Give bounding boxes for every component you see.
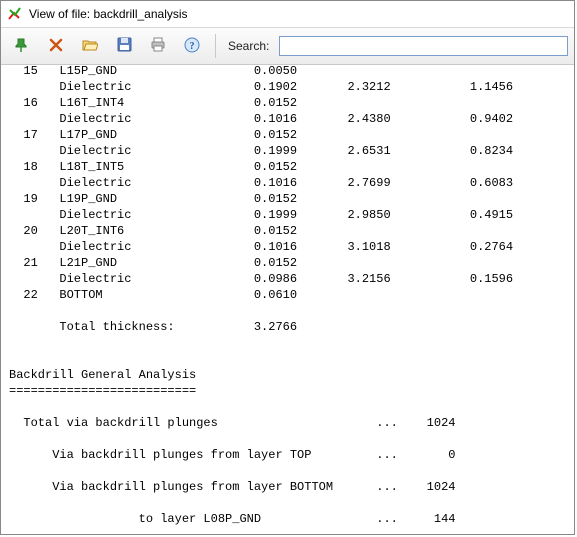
print-icon xyxy=(150,37,166,56)
delete-button[interactable] xyxy=(41,31,71,61)
toolbar-separator xyxy=(215,34,216,58)
save-button[interactable] xyxy=(109,31,139,61)
open-folder-icon xyxy=(82,37,98,56)
app-icon xyxy=(7,6,23,22)
report-text: 15 L15P_GND 0.0050 Dielectric 0.1902 2.3… xyxy=(1,65,574,527)
content-area: 15 L15P_GND 0.0050 Dielectric 0.1902 2.3… xyxy=(1,65,574,534)
help-icon: ? xyxy=(184,37,200,56)
delete-icon xyxy=(49,38,63,55)
open-button[interactable] xyxy=(75,31,105,61)
pin-button[interactable] xyxy=(7,31,37,61)
svg-text:?: ? xyxy=(190,41,195,52)
file-viewer-window: View of file: backdrill_analysis xyxy=(0,0,575,535)
titlebar: View of file: backdrill_analysis xyxy=(1,1,574,28)
window-title: View of file: backdrill_analysis xyxy=(29,7,188,21)
save-icon xyxy=(117,37,132,55)
toolbar: ? Search: xyxy=(1,28,574,65)
help-button[interactable]: ? xyxy=(177,31,207,61)
search-label: Search: xyxy=(228,39,269,53)
print-button[interactable] xyxy=(143,31,173,61)
search-input[interactable] xyxy=(279,36,568,56)
pin-icon xyxy=(14,37,30,56)
